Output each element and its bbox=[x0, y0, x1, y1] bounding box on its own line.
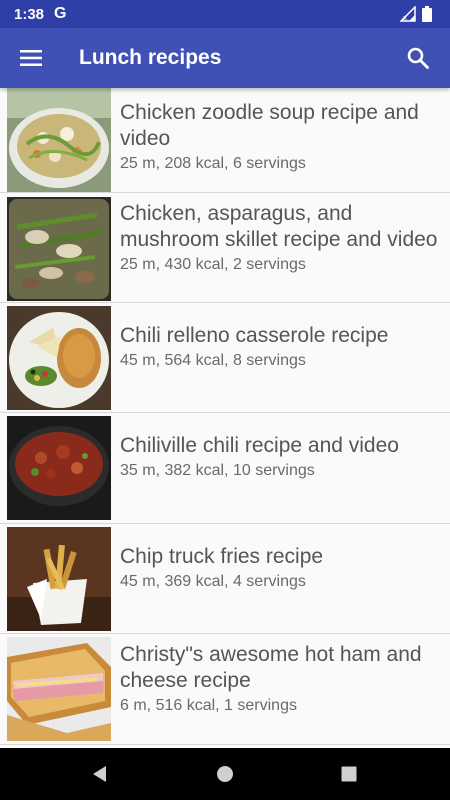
status-indicators: x bbox=[400, 6, 432, 22]
battery-icon bbox=[422, 6, 432, 22]
page-title: Lunch recipes bbox=[79, 46, 222, 69]
recents-square-icon[interactable] bbox=[337, 762, 361, 786]
recipe-row[interactable]: Chip truck fries recipe 45 m, 369 kcal, … bbox=[0, 524, 450, 634]
recipe-text: Christy"s awesome hot ham and cheese rec… bbox=[120, 642, 440, 717]
home-circle-icon[interactable] bbox=[213, 762, 237, 786]
status-time: 1:38 bbox=[14, 5, 45, 23]
signal-icon: x bbox=[400, 6, 416, 22]
recipe-row[interactable]: Chiliville chili recipe and video 35 m, … bbox=[0, 413, 450, 524]
recipe-thumbnail bbox=[7, 527, 111, 631]
recipe-title: Chili relleno casserole recipe bbox=[120, 324, 389, 347]
back-triangle-icon[interactable] bbox=[88, 762, 112, 786]
recipe-meta: 25 m, 430 kcal, 2 servings bbox=[120, 256, 306, 273]
recipe-title: Chiliville chili recipe and video bbox=[120, 434, 399, 457]
recipe-list[interactable]: Chicken zoodle soup recipe and video 25 … bbox=[0, 88, 450, 748]
recipe-row[interactable]: Chili relleno casserole recipe 45 m, 564… bbox=[0, 303, 450, 413]
status-bar: 1:38 G x bbox=[0, 0, 450, 28]
recipe-thumbnail bbox=[7, 88, 111, 192]
recipe-text: Chicken, asparagus, and mushroom skillet… bbox=[120, 201, 440, 276]
recipe-title: Chip truck fries recipe bbox=[120, 545, 324, 568]
google-g-icon: G bbox=[54, 5, 67, 22]
recipe-text: Chicken zoodle soup recipe and video 25 … bbox=[120, 100, 440, 175]
recipe-text: Chili relleno casserole recipe 45 m, 564… bbox=[120, 323, 440, 372]
recipe-row[interactable]: Chicken zoodle soup recipe and video 25 … bbox=[0, 88, 450, 193]
svg-text:x: x bbox=[403, 14, 407, 22]
recipe-row[interactable]: Chicken, asparagus, and mushroom skillet… bbox=[0, 193, 450, 303]
recipe-title: Christy"s awesome hot ham and cheese rec… bbox=[120, 643, 422, 692]
recipe-text: Chip truck fries recipe 45 m, 369 kcal, … bbox=[120, 544, 440, 593]
recipe-thumbnail bbox=[7, 197, 111, 301]
recipe-text: Chiliville chili recipe and video 35 m, … bbox=[120, 433, 440, 482]
hamburger-menu-icon[interactable] bbox=[7, 34, 55, 82]
recipe-meta: 25 m, 208 kcal, 6 servings bbox=[120, 155, 306, 172]
recipe-row[interactable]: Christy"s awesome hot ham and cheese rec… bbox=[0, 634, 450, 745]
recipe-meta: 45 m, 564 kcal, 8 servings bbox=[120, 352, 306, 369]
recipe-meta: 6 m, 516 kcal, 1 servings bbox=[120, 697, 297, 714]
recipe-thumbnail bbox=[7, 416, 111, 520]
search-icon[interactable] bbox=[394, 34, 442, 82]
app-bar: Lunch recipes bbox=[0, 28, 450, 88]
recipe-thumbnail bbox=[7, 306, 111, 410]
recipe-title: Chicken zoodle soup recipe and video bbox=[120, 101, 419, 150]
recipe-thumbnail bbox=[7, 637, 111, 741]
recipe-title: Chicken, asparagus, and mushroom skillet… bbox=[120, 202, 438, 251]
recipe-meta: 35 m, 382 kcal, 10 servings bbox=[120, 462, 315, 479]
recipe-meta: 45 m, 369 kcal, 4 servings bbox=[120, 573, 306, 590]
system-nav-bar bbox=[0, 748, 450, 800]
